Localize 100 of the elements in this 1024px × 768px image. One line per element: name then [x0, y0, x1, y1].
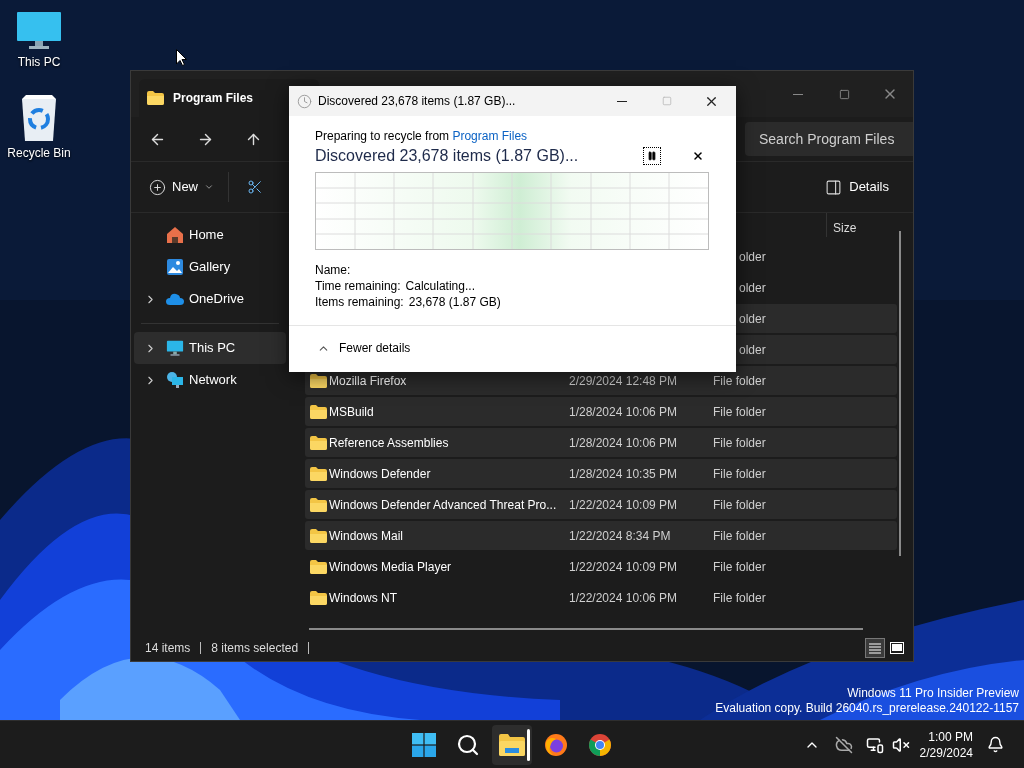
- new-button[interactable]: New: [149, 177, 214, 197]
- vertical-scrollbar[interactable]: [899, 231, 901, 556]
- network-icon[interactable]: [865, 735, 884, 754]
- cloud-icon: [166, 293, 184, 305]
- fewer-details-button[interactable]: Fewer details: [317, 339, 411, 357]
- column-header[interactable]: Size: [833, 219, 857, 241]
- folder-icon: [310, 559, 327, 574]
- file-row[interactable]: Windows Defender 1/28/2024 10:35 PM File folder: [305, 459, 897, 488]
- search-icon: [456, 732, 480, 757]
- file-date: 1/28/2024 10:06 PM: [569, 434, 679, 452]
- pause-button[interactable]: [643, 147, 661, 165]
- dialog-title: Discovered 23,678 items (1.87 GB)...: [318, 93, 516, 110]
- file-name: Mozilla Firefox: [329, 372, 408, 390]
- folder-icon: [310, 373, 327, 388]
- search-field[interactable]: Search Program Files: [745, 122, 913, 156]
- nav-item[interactable]: This PC: [134, 332, 286, 364]
- horizontal-scrollbar[interactable]: [309, 628, 863, 630]
- folder-icon: [499, 733, 525, 756]
- nav-item[interactable]: OneDrive: [134, 283, 286, 315]
- desktop-watermark-text: Evaluation copy. Build 26040.rs_prerelease.240122-1157: [715, 701, 1019, 716]
- recycle-bin-icon: [20, 95, 58, 141]
- file-row[interactable]: Reference Assemblies 1/28/2024 10:06 PM File folder: [305, 428, 897, 457]
- details-label: Details: [849, 178, 889, 197]
- clock-icon: [297, 93, 312, 109]
- folder-icon: [310, 528, 327, 543]
- clock[interactable]: 1:00 PM 2/29/2024: [919, 728, 973, 761]
- monitor-icon: [166, 339, 184, 357]
- folder-icon: [310, 404, 327, 419]
- nav-item[interactable]: Home: [134, 219, 286, 251]
- running-indicator: [527, 728, 530, 761]
- pause-icon: [647, 151, 657, 161]
- plus-icon: [149, 178, 166, 196]
- file-type: File folder: [713, 465, 766, 483]
- file-type: older: [739, 341, 766, 359]
- file-name: Windows Defender Advanced Threat Pro...: [329, 496, 558, 514]
- file-type: File folder: [713, 496, 766, 514]
- source-link[interactable]: Program Files: [452, 129, 528, 143]
- detail-label: Items remaining:: [315, 294, 404, 310]
- file-row[interactable]: Windows NT 1/22/2024 10:06 PM File folder: [305, 583, 897, 612]
- file-type: File folder: [713, 589, 766, 607]
- detail-value: Calculating...: [405, 278, 475, 294]
- file-name: Windows Media Player: [329, 558, 453, 576]
- file-type: File folder: [713, 527, 766, 545]
- file-date: 2/29/2024 12:48 PM: [569, 372, 679, 390]
- file-date: 1/28/2024 10:35 PM: [569, 465, 679, 483]
- fox-globe-icon: [544, 732, 568, 757]
- cloud-off-icon[interactable]: [834, 735, 853, 754]
- file-name: Windows NT: [329, 589, 398, 607]
- network-icon: [166, 371, 184, 389]
- file-date: 1/22/2024 10:09 PM: [569, 496, 679, 514]
- tile-icon: [890, 642, 904, 654]
- details-view-button[interactable]: [865, 638, 885, 658]
- desktop-watermark-text: Windows 11 Pro Insider Preview: [847, 686, 1019, 701]
- windows-logo-icon: [412, 732, 436, 757]
- folder-icon: [147, 91, 164, 105]
- file-row[interactable]: Windows Media Player 1/22/2024 10:09 PM File folder: [305, 552, 897, 581]
- folder-icon: [310, 435, 327, 450]
- details-button[interactable]: Details: [825, 177, 889, 197]
- file-row[interactable]: Windows Defender Advanced Threat Pro... 1/22/2024 10:09 PM File folder: [305, 490, 897, 519]
- taskbar-button[interactable]: [492, 724, 532, 765]
- folder-icon: [310, 466, 327, 481]
- details-pane-icon: [825, 178, 843, 196]
- file-name: MSBuild: [329, 403, 375, 421]
- file-row[interactable]: Windows Mail 1/22/2024 8:34 PM File folder: [305, 521, 897, 550]
- file-name: Windows Defender: [329, 465, 432, 483]
- folder-icon: [310, 497, 327, 512]
- file-date: 1/28/2024 10:06 PM: [569, 403, 679, 421]
- file-date: 1/22/2024 8:34 PM: [569, 527, 672, 545]
- file-row[interactable]: MSBuild 1/28/2024 10:06 PM File folder: [305, 397, 897, 426]
- fewer-details-label: Fewer details: [339, 340, 411, 357]
- file-name: Reference Assemblies: [329, 434, 450, 452]
- caret-icon: [204, 182, 214, 192]
- file-type: older: [739, 310, 766, 328]
- minimize-icon: [793, 93, 803, 95]
- file-date: 1/22/2024 10:09 PM: [569, 558, 679, 576]
- detail-value: 23,678 (1.87 GB): [408, 294, 501, 310]
- monitor-icon: [17, 12, 61, 50]
- nav-item[interactable]: Gallery: [134, 251, 286, 283]
- source-text: Preparing to recycle from Program Files: [315, 128, 529, 144]
- detail-label: Name:: [315, 262, 351, 278]
- mouse-pointer-icon: [176, 49, 187, 66]
- file-type: File folder: [713, 434, 766, 452]
- muted-speaker-icon[interactable]: [891, 735, 910, 754]
- file-name: Windows Mail: [329, 527, 404, 545]
- file-type: File folder: [713, 403, 766, 421]
- maximize-icon: [838, 88, 850, 100]
- scissors-icon: [247, 179, 263, 195]
- folder-icon: [310, 590, 327, 605]
- selection-count: 8 items selected: [211, 640, 299, 657]
- item-count: 14 items: [145, 640, 191, 657]
- detail-label: Time remaining:: [315, 278, 401, 294]
- notification-bell-icon[interactable]: [987, 736, 1004, 753]
- file-type: File folder: [713, 372, 766, 390]
- cancel-icon: [692, 150, 704, 162]
- minimize-icon: [616, 100, 627, 102]
- file-date: 1/22/2024 10:06 PM: [569, 589, 679, 607]
- nav-item[interactable]: Network: [134, 364, 286, 396]
- new-label: New: [172, 178, 198, 197]
- file-type: File folder: [713, 558, 766, 576]
- progress-heading: Discovered 23,678 items (1.87 GB)...: [315, 146, 579, 166]
